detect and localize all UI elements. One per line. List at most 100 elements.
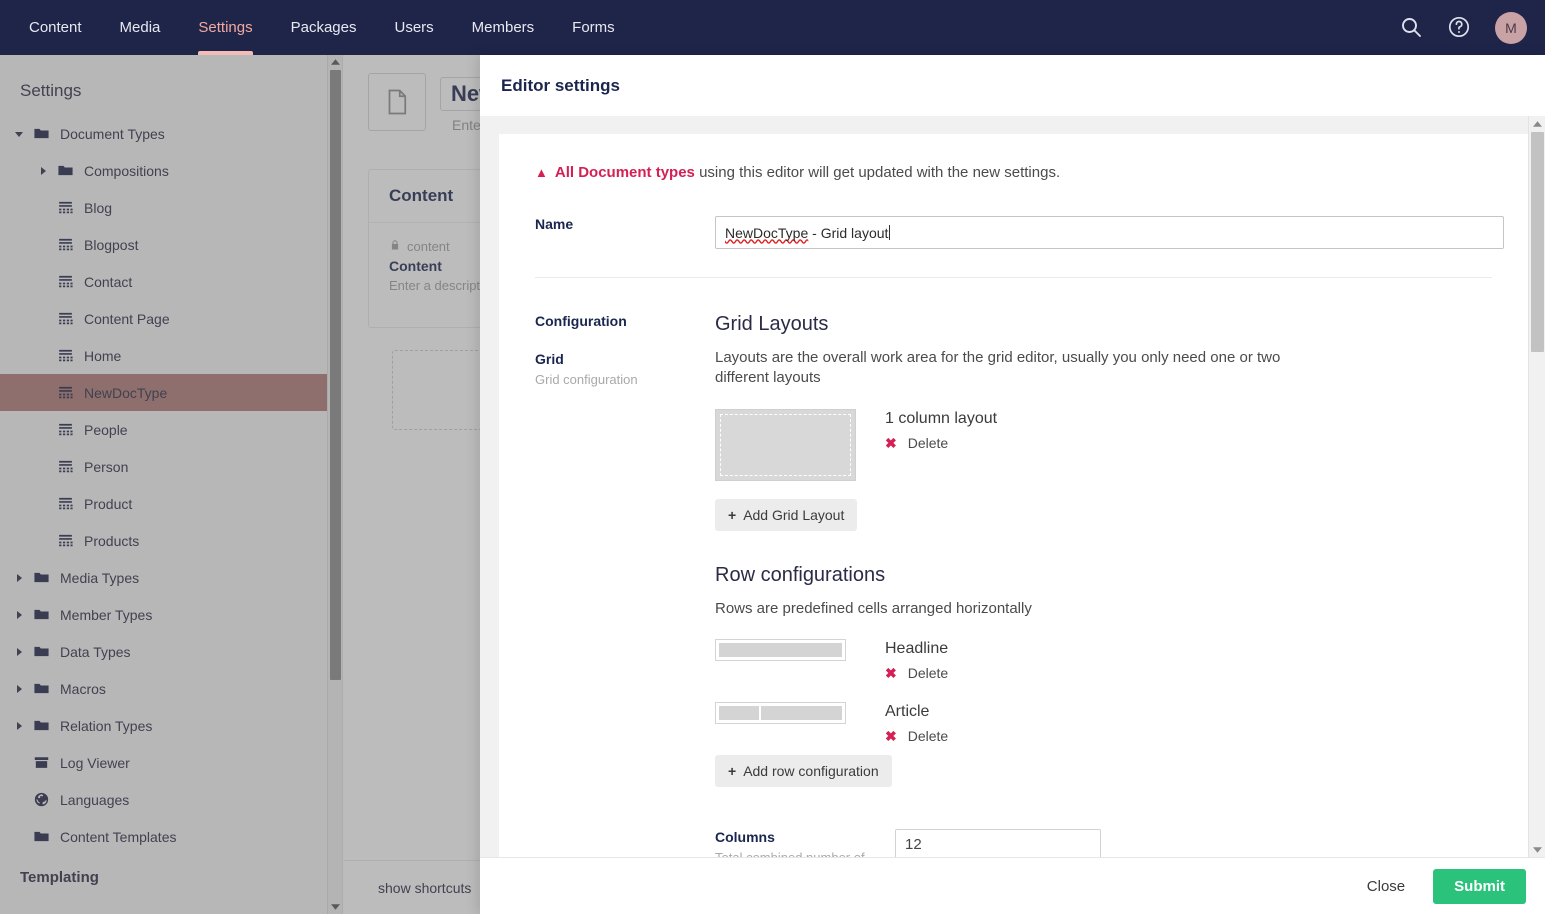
sidebar-item-label: Blogpost — [78, 237, 138, 253]
delete-grid-layout-button[interactable]: ✖Delete — [885, 435, 997, 452]
columns-sublabel: Total combined number of columns in the … — [715, 849, 865, 857]
sidebar-item-data-types[interactable]: Data Types — [0, 633, 342, 670]
name-field-col: NewDocType - Grid layout — [715, 216, 1504, 249]
row-configuration-item: Article✖Delete — [715, 702, 1492, 745]
close-button[interactable]: Close — [1361, 877, 1411, 896]
globe-icon — [28, 791, 54, 808]
row-configuration-info: Article✖Delete — [885, 702, 948, 745]
add-row-configuration-button[interactable]: + Add row configuration — [715, 755, 892, 787]
chevron-right-icon[interactable] — [10, 611, 28, 619]
modal-footer: Close Submit — [480, 857, 1545, 914]
sidebar-item-member-types[interactable]: Member Types — [0, 596, 342, 633]
sidebar-item-compositions[interactable]: Compositions — [0, 152, 342, 189]
sidebar-scroll-up-icon[interactable] — [328, 55, 343, 69]
modal-scrollbar[interactable] — [1528, 116, 1545, 857]
sidebar-item-blog[interactable]: Blog — [0, 189, 342, 226]
sidebar-item-person[interactable]: Person — [0, 448, 342, 485]
grid-layout-preview[interactable] — [715, 409, 856, 481]
nav-item-settings[interactable]: Settings — [179, 0, 271, 55]
grid-layout-title: 1 column layout — [885, 410, 997, 428]
grid-layout-item: 1 column layout ✖Delete — [715, 409, 1492, 481]
modal-scroll-up-icon[interactable] — [1529, 116, 1545, 131]
nav-item-media[interactable]: Media — [101, 0, 180, 55]
chevron-right-icon[interactable] — [10, 685, 28, 693]
sidebar-scroll-down-icon[interactable] — [328, 900, 343, 914]
delete-row-configuration-button[interactable]: ✖Delete — [885, 728, 948, 745]
sidebar-item-relation-types[interactable]: Relation Types — [0, 707, 342, 744]
grid-layout-info: 1 column layout ✖Delete — [885, 409, 997, 452]
folder-icon — [28, 125, 54, 142]
row-configurations-heading: Row configurations — [715, 564, 1492, 587]
top-nav-items: Content Media Settings Packages Users Me… — [10, 0, 634, 55]
sidebar-item-languages[interactable]: Languages — [0, 781, 342, 818]
chevron-right-icon[interactable] — [10, 722, 28, 730]
chevron-down-icon[interactable] — [10, 130, 28, 138]
chevron-right-icon[interactable] — [10, 648, 28, 656]
name-input-misspelled: NewDocType — [725, 225, 808, 241]
delete-label: Delete — [908, 665, 948, 681]
sidebar-item-content-templates[interactable]: Content Templates — [0, 818, 342, 855]
top-nav-actions: M — [1399, 0, 1527, 55]
row-configuration-preview[interactable] — [715, 639, 846, 661]
sidebar-item-label: Home — [78, 348, 121, 364]
sidebar-item-label: Media Types — [54, 570, 139, 586]
sidebar-scroll-thumb[interactable] — [330, 70, 341, 680]
name-input[interactable]: NewDocType - Grid layout — [715, 216, 1504, 249]
modal-scroll-thumb[interactable] — [1531, 132, 1544, 352]
grid-config-col: Grid Layouts Layouts are the overall wor… — [715, 313, 1492, 857]
nav-item-content[interactable]: Content — [10, 0, 101, 55]
columns-input[interactable]: 12 — [895, 829, 1101, 857]
sidebar-item-newdoctype[interactable]: NewDocType — [0, 374, 342, 411]
sidebar-item-label: Document Types — [54, 126, 165, 142]
chevron-right-icon[interactable] — [10, 574, 28, 582]
sidebar-item-content-page[interactable]: Content Page — [0, 300, 342, 337]
nav-item-packages[interactable]: Packages — [272, 0, 376, 55]
sidebar-item-contact[interactable]: Contact — [0, 263, 342, 300]
nav-item-forms[interactable]: Forms — [553, 0, 634, 55]
doctype-icon — [52, 310, 78, 327]
sidebar-item-label: Contact — [78, 274, 132, 290]
document-icon[interactable] — [368, 73, 426, 131]
sidebar-title: Settings — [0, 55, 342, 115]
sidebar-item-product[interactable]: Product — [0, 485, 342, 522]
sidebar-item-people[interactable]: People — [0, 411, 342, 448]
grid-layouts-heading: Grid Layouts — [715, 313, 1492, 336]
sidebar-item-blogpost[interactable]: Blogpost — [0, 226, 342, 263]
modal-scroll-down-icon[interactable] — [1529, 842, 1545, 857]
sidebar-item-products[interactable]: Products — [0, 522, 342, 559]
submit-button[interactable]: Submit — [1433, 869, 1526, 904]
sidebar-item-document-types[interactable]: Document Types — [0, 115, 342, 152]
sidebar-item-label: Products — [78, 533, 139, 549]
warning-rest-text: using this editor will get updated with … — [699, 164, 1060, 181]
sidebar-section-templating[interactable]: Templating — [0, 855, 342, 886]
grid-sublabel: Grid configuration — [535, 371, 715, 390]
sidebar-item-media-types[interactable]: Media Types — [0, 559, 342, 596]
name-label-col: Name — [535, 216, 715, 249]
search-icon[interactable] — [1399, 15, 1425, 41]
help-icon[interactable] — [1447, 15, 1473, 41]
sidebar-item-log-viewer[interactable]: Log Viewer — [0, 744, 342, 781]
row-configuration-item: Headline✖Delete — [715, 639, 1492, 682]
nav-item-members[interactable]: Members — [453, 0, 554, 55]
sidebar-item-label: Member Types — [54, 607, 152, 623]
folder-icon — [28, 717, 54, 734]
chevron-right-icon[interactable] — [34, 167, 52, 175]
modal-body: ▲ All Document types using this editor w… — [480, 116, 1545, 857]
settings-tree: Document Types CompositionsBlog Blogpost Co… — [0, 115, 342, 855]
configuration-row: Configuration Grid Grid configuration Gr… — [535, 313, 1492, 857]
lock-icon — [389, 239, 401, 254]
row-configurations-section: Row configurations Rows are predefined c… — [715, 564, 1492, 787]
sidebar-item-home[interactable]: Home — [0, 337, 342, 374]
show-shortcuts-link[interactable]: show shortcuts — [378, 880, 471, 896]
sidebar-item-macros[interactable]: Macros — [0, 670, 342, 707]
sidebar-item-label: Log Viewer — [54, 755, 130, 771]
columns-label: Columns — [715, 829, 895, 845]
add-grid-layout-button[interactable]: + Add Grid Layout — [715, 499, 857, 531]
row-configuration-preview[interactable] — [715, 702, 846, 724]
nav-item-users[interactable]: Users — [375, 0, 452, 55]
delete-row-configuration-button[interactable]: ✖Delete — [885, 665, 948, 682]
sidebar-scrollbar[interactable] — [327, 55, 342, 914]
avatar[interactable]: M — [1495, 12, 1527, 44]
doctype-icon — [52, 495, 78, 512]
row-configurations-description: Rows are predefined cells arranged horiz… — [715, 599, 1295, 619]
